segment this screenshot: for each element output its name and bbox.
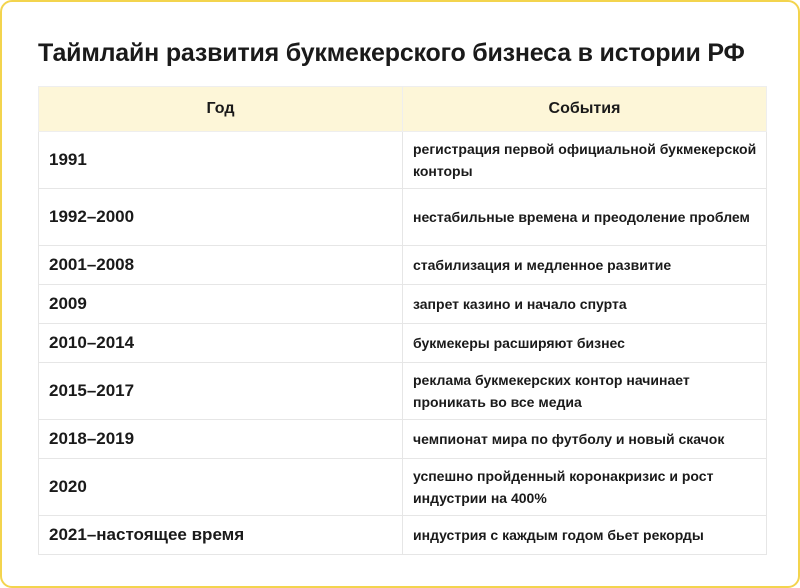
event-cell: букмекеры расширяют бизнес [402,323,767,363]
year-cell: 2020 [38,458,403,516]
event-cell: чемпионат мира по футболу и новый скачок [402,419,767,459]
year-cell: 2018–2019 [38,419,403,459]
event-cell: успешно пройденный коронакризис и рост и… [402,458,767,516]
event-cell: стабилизация и медленное развитие [402,245,767,285]
table-row: 1991 регистрация первой официальной букм… [38,131,767,189]
event-cell: реклама букмекерских контор начинает про… [402,362,767,420]
table-row: 2010–2014 букмекеры расширяют бизнес [38,323,767,363]
event-cell: нестабильные времена и преодоление пробл… [402,188,767,246]
year-cell: 2021–настоящее время [38,515,403,555]
table-row: 2018–2019 чемпионат мира по футболу и но… [38,419,767,459]
event-cell: регистрация первой официальной букмекерс… [402,131,767,189]
timeline-table: Год События 1991 регистрация первой офиц… [38,86,767,555]
table-row: 1992–2000 нестабильные времена и преодол… [38,188,767,246]
table-row: 2021–настоящее время индустрия с каждым … [38,515,767,555]
event-cell: запрет казино и начало спурта [402,284,767,324]
year-cell: 1991 [38,131,403,189]
year-cell: 1992–2000 [38,188,403,246]
year-cell: 2015–2017 [38,362,403,420]
table-row: 2001–2008 стабилизация и медленное разви… [38,245,767,285]
event-cell: индустрия с каждым годом бьет рекорды [402,515,767,555]
timeline-card: Таймлайн развития букмекерского бизнеса … [0,0,800,588]
column-header-year: Год [38,86,403,132]
table-row: 2020 успешно пройденный коронакризис и р… [38,458,767,516]
table-row: 2015–2017 реклама букмекерских контор на… [38,362,767,420]
year-cell: 2010–2014 [38,323,403,363]
table-header-row: Год События [38,86,767,132]
table-row: 2009 запрет казино и начало спурта [38,284,767,324]
year-cell: 2009 [38,284,403,324]
year-cell: 2001–2008 [38,245,403,285]
column-header-events: События [402,86,767,132]
page-title: Таймлайн развития букмекерского бизнеса … [38,39,745,67]
